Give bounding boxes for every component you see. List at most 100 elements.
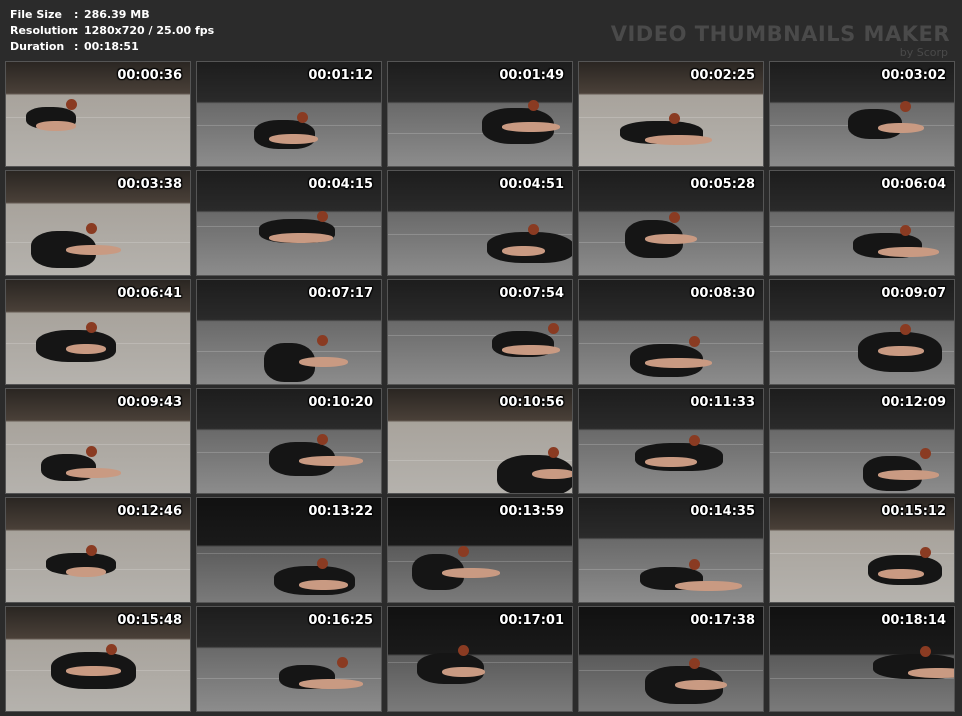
thumbnail-timestamp: 00:07:54: [499, 286, 564, 301]
thumbnail-timestamp: 00:12:46: [117, 504, 182, 519]
thumbnail-timestamp: 00:13:22: [308, 504, 373, 519]
mat-line: [6, 444, 190, 445]
limb-shape: [645, 135, 712, 145]
head-shape: [900, 101, 911, 112]
thumbnail-timestamp: 00:04:15: [308, 177, 373, 192]
head-shape: [86, 223, 97, 234]
thumbnail-timestamp: 00:09:43: [117, 395, 182, 410]
thumbnail-timestamp: 00:10:20: [308, 395, 373, 410]
limb-shape: [502, 122, 560, 132]
thumbnail-timestamp: 00:06:41: [117, 286, 182, 301]
video-thumbnail[interactable]: 00:06:41: [5, 279, 191, 385]
limb-shape: [502, 345, 560, 355]
head-shape: [66, 99, 77, 110]
limb-shape: [36, 121, 76, 131]
video-thumbnail[interactable]: 00:10:56: [387, 388, 573, 494]
head-shape: [548, 323, 559, 334]
head-shape: [86, 545, 97, 556]
limb-shape: [908, 668, 954, 678]
video-thumbnail[interactable]: 00:07:54: [387, 279, 573, 385]
thumbnail-timestamp: 00:11:33: [690, 395, 755, 410]
video-thumbnail[interactable]: 00:17:01: [387, 606, 573, 712]
video-thumbnail[interactable]: 00:15:48: [5, 606, 191, 712]
thumbnail-timestamp: 00:00:36: [117, 68, 182, 83]
head-shape: [548, 447, 559, 458]
file-size-row: File Size : 286.39 MB: [10, 7, 214, 23]
video-thumbnail[interactable]: 00:00:36: [5, 61, 191, 167]
head-shape: [86, 322, 97, 333]
video-thumbnail[interactable]: 00:03:38: [5, 170, 191, 276]
video-thumbnail[interactable]: 00:09:43: [5, 388, 191, 494]
file-size-label: File Size: [10, 8, 62, 21]
limb-shape: [299, 679, 363, 689]
head-shape: [920, 547, 931, 558]
limb-shape: [269, 233, 333, 243]
resolution-row: Resolution : 1280x720 / 25.00 fps: [10, 23, 214, 39]
thumbnail-timestamp: 00:01:12: [308, 68, 373, 83]
thumbnail-timestamp: 00:16:25: [308, 613, 373, 628]
video-thumbnail[interactable]: 00:18:14: [769, 606, 955, 712]
limb-shape: [645, 234, 697, 244]
thumbnail-timestamp: 00:02:25: [690, 68, 755, 83]
video-thumbnail[interactable]: 00:04:15: [196, 170, 382, 276]
video-thumbnail[interactable]: 00:04:51: [387, 170, 573, 276]
video-thumbnail[interactable]: 00:13:22: [196, 497, 382, 603]
resolution-value: 1280x720 / 25.00 fps: [84, 24, 215, 37]
head-shape: [689, 559, 700, 570]
thumbnail-grid: 00:00:36 00:01:12 00:01:49 00:02:25 00:03:02…: [5, 61, 955, 712]
limb-shape: [66, 245, 121, 255]
video-thumbnail[interactable]: 00:14:35: [578, 497, 764, 603]
thumbnail-timestamp: 00:03:38: [117, 177, 182, 192]
video-thumbnail[interactable]: 00:17:38: [578, 606, 764, 712]
file-size-value: 286.39 MB: [84, 8, 150, 21]
limb-shape: [878, 123, 924, 133]
thumbnail-timestamp: 00:01:49: [499, 68, 564, 83]
thumbnail-timestamp: 00:07:17: [308, 286, 373, 301]
duration-value: 00:18:51: [84, 40, 139, 53]
video-thumbnail[interactable]: 00:06:04: [769, 170, 955, 276]
duration-row: Duration : 00:18:51: [10, 39, 214, 55]
video-thumbnail[interactable]: 00:05:28: [578, 170, 764, 276]
video-thumbnail[interactable]: 00:15:12: [769, 497, 955, 603]
limb-shape: [675, 581, 742, 591]
video-thumbnail[interactable]: 00:08:30: [578, 279, 764, 385]
thumbnail-timestamp: 00:09:07: [881, 286, 946, 301]
video-thumbnail[interactable]: 00:10:20: [196, 388, 382, 494]
video-thumbnail[interactable]: 00:09:07: [769, 279, 955, 385]
limb-shape: [442, 667, 485, 677]
thumbnail-timestamp: 00:04:51: [499, 177, 564, 192]
head-shape: [86, 446, 97, 457]
video-thumbnail[interactable]: 00:01:12: [196, 61, 382, 167]
video-thumbnail[interactable]: 00:11:33: [578, 388, 764, 494]
limb-shape: [878, 247, 939, 257]
thumbnail-timestamp: 00:15:48: [117, 613, 182, 628]
limb-shape: [675, 680, 727, 690]
head-shape: [689, 336, 700, 347]
video-thumbnail[interactable]: 00:12:09: [769, 388, 955, 494]
thumbnail-timestamp: 00:06:04: [881, 177, 946, 192]
thumbnail-timestamp: 00:17:38: [690, 613, 755, 628]
video-thumbnail[interactable]: 00:12:46: [5, 497, 191, 603]
video-thumbnail[interactable]: 00:07:17: [196, 279, 382, 385]
thumbnail-timestamp: 00:10:56: [499, 395, 564, 410]
video-thumbnail[interactable]: 00:13:59: [387, 497, 573, 603]
limb-shape: [299, 456, 363, 466]
head-shape: [297, 112, 308, 123]
mat-line: [770, 226, 954, 227]
video-thumbnail[interactable]: 00:01:49: [387, 61, 573, 167]
video-thumbnail[interactable]: 00:16:25: [196, 606, 382, 712]
head-shape: [528, 224, 539, 235]
head-shape: [689, 435, 700, 446]
limb-shape: [532, 469, 572, 479]
head-shape: [317, 211, 328, 222]
head-shape: [528, 100, 539, 111]
thumbnail-timestamp: 00:03:02: [881, 68, 946, 83]
thumbnail-timestamp: 00:18:14: [881, 613, 946, 628]
watermark-title: VIDEO THUMBNAILS MAKER: [610, 22, 950, 46]
video-thumbnail[interactable]: 00:03:02: [769, 61, 955, 167]
video-thumbnail[interactable]: 00:02:25: [578, 61, 764, 167]
resolution-label: Resolution: [10, 24, 77, 37]
head-shape: [317, 434, 328, 445]
limb-shape: [299, 580, 348, 590]
mat-line: [197, 553, 381, 554]
